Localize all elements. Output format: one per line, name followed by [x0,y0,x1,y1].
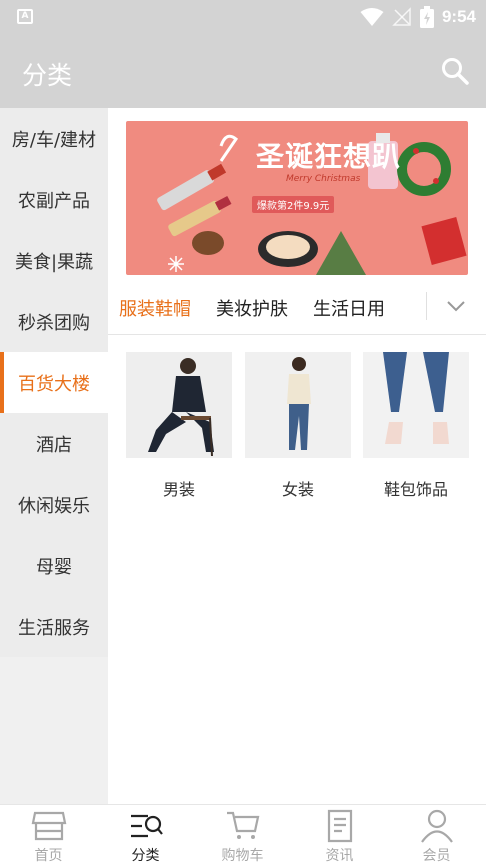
product-shoes-bags[interactable]: 鞋包饰品 [363,352,469,500]
pine-cone-icon [192,231,224,255]
bottom-navigation: 首页 分类 购物车 资讯 会员 [0,804,486,864]
nav-news[interactable]: 资讯 [291,805,388,864]
product-label: 鞋包饰品 [383,480,448,499]
sidebar-item-agriculture[interactable]: 农副产品 [0,169,108,230]
banner-promo: 爆款第2件9.9元 [252,196,335,213]
nav-label: 分类 [131,848,160,864]
product-image [126,352,232,458]
sidebar-item-label: 房/车/建材 [11,129,97,151]
category-search-icon [130,814,163,838]
tab-clothing-shoes[interactable]: 服装鞋帽 [119,295,191,321]
battery-icon [419,6,434,28]
product-menswear[interactable]: 男装 [126,352,232,500]
sidebar-item-leisure[interactable]: 休闲娱乐 [0,474,108,535]
product-womenswear[interactable]: 女装 [245,352,351,500]
sidebar-item-label: 秒杀团购 [18,312,90,334]
sidebar-item-baby[interactable]: 母婴 [0,535,108,596]
news-icon [327,809,352,843]
sidebar-item-life-service[interactable]: 生活服务 [0,596,108,657]
nav-member[interactable]: 会员 [388,805,485,864]
banner-headline: 圣诞狂想趴 [256,140,402,173]
tab-daily-use[interactable]: 生活日用 [313,295,385,321]
status-bar: A 9:54 [0,0,486,34]
wifi-icon [360,8,384,26]
status-icons: 9:54 [360,5,476,29]
sidebar-item-hotel[interactable]: 酒店 [0,413,108,474]
sidebar-item-label: 酒店 [36,434,72,456]
user-icon [420,809,453,843]
sidebar-item-label: 农副产品 [18,190,90,212]
product-label: 男装 [162,480,195,499]
store-icon [31,811,66,841]
notification-a-icon: A [17,9,33,24]
product-image [245,352,351,458]
sidebar-item-food[interactable]: 美食|果蔬 [0,230,108,291]
sidebar-item-label: 百货大楼 [18,373,90,395]
product-label: 女装 [281,480,314,499]
app-bar: 分类 [0,34,486,108]
product-image [363,352,469,458]
tab-divider [426,292,427,320]
status-time: 9:54 [441,7,476,26]
promo-banner[interactable]: 圣诞狂想趴 Merry Christmas 爆款第2件9.9元 [126,121,468,275]
sidebar-item-flash-sale[interactable]: 秒杀团购 [0,291,108,352]
nav-home[interactable]: 首页 [0,805,97,864]
nav-category[interactable]: 分类 [97,805,194,864]
sidebar-item-label: 美食|果蔬 [14,251,94,273]
tab-beauty[interactable]: 美妆护肤 [216,295,288,321]
sidebar-item-label: 母婴 [36,556,72,578]
sidebar-item-building[interactable]: 房/车/建材 [0,108,108,169]
no-signal-icon [392,7,411,26]
nav-label: 购物车 [221,848,264,864]
category-sidebar: 房/车/建材 农副产品 美食|果蔬 秒杀团购 百货大楼 酒店 休闲娱乐 母婴 生… [0,108,108,804]
nav-label: 会员 [422,848,451,864]
sidebar-item-label: 生活服务 [18,617,90,639]
cart-icon [226,811,259,839]
banner-subline: Merry Christmas [286,174,361,184]
search-icon[interactable] [440,56,470,86]
page-title: 分类 [22,61,73,90]
sidebar-item-department-store[interactable]: 百货大楼 [0,352,108,413]
snowflake-icon [168,256,184,272]
subcategory-tabs: 服装鞋帽 美妆护肤 生活日用 [108,280,486,335]
sidebar-item-label: 休闲娱乐 [18,495,90,517]
nav-label: 资讯 [325,848,354,864]
nav-label: 首页 [34,848,63,864]
chevron-down-icon[interactable] [444,296,468,316]
nav-cart[interactable]: 购物车 [194,805,291,864]
